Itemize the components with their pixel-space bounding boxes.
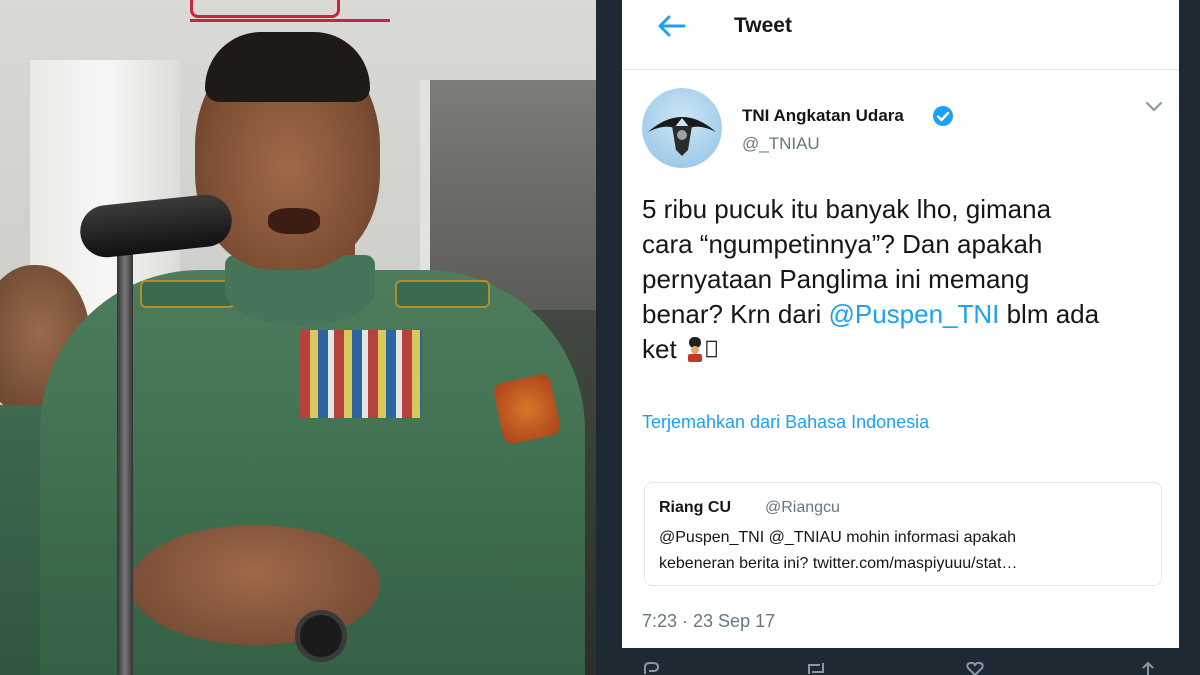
page-title: Tweet <box>734 14 792 37</box>
mention-link[interactable]: @Puspen_TNI <box>828 299 999 329</box>
author-handle[interactable]: @_TNIAU <box>742 134 820 154</box>
epaulet-right <box>395 280 490 308</box>
retweet-icon[interactable] <box>806 662 826 675</box>
sign-fragment <box>190 0 390 22</box>
medal-ribbons <box>300 330 422 418</box>
missing-glyph-icon <box>706 340 717 358</box>
quoted-line: kebeneran berita ini? twitter.com/maspiy… <box>659 555 1018 572</box>
tweet-line: ket <box>642 332 1167 367</box>
tweet-text: 5 ribu pucuk itu banyak lho, gimana cara… <box>642 192 1167 367</box>
epaulet-left <box>140 280 235 308</box>
guard-emoji-icon <box>687 337 702 362</box>
tweet-line: benar? Krn dari @Puspen_TNI blm ada <box>642 297 1167 332</box>
microphone-stand <box>117 250 133 675</box>
translate-link[interactable]: Terjemahkan dari Bahasa Indonesia <box>642 412 929 433</box>
press-photo <box>0 0 596 675</box>
quoted-tweet[interactable]: Riang CU @Riangcu @Puspen_TNI @_TNIAU mo… <box>644 482 1162 586</box>
tweet-screenshot: Tweet TNI Angkatan Udara @_TNIAU 5 ribu … <box>600 0 1200 675</box>
tweet-line: 5 ribu pucuk itu banyak lho, gimana <box>642 194 1052 224</box>
wristwatch <box>295 610 347 662</box>
author-avatar[interactable] <box>642 88 722 168</box>
quoted-text: @Puspen_TNI @_TNIAU mohin informasi apak… <box>659 525 1149 577</box>
quoted-author-handle: @Riangcu <box>765 499 840 516</box>
tweet-line: cara “ngumpetinnya”? Dan apakah <box>642 229 1043 259</box>
share-icon[interactable] <box>1140 662 1156 675</box>
verified-badge-icon <box>933 106 953 126</box>
tweet-text-segment: blm ada <box>999 299 1100 329</box>
tweet-card: Tweet TNI Angkatan Udara @_TNIAU 5 ribu … <box>622 0 1179 648</box>
quoted-line: @Puspen_TNI @_TNIAU mohin informasi apak… <box>659 529 1017 546</box>
tweet-text-segment: benar? Krn dari <box>642 299 829 329</box>
action-bar <box>622 660 1179 675</box>
tweet-text-segment: ket <box>642 334 684 364</box>
reply-icon[interactable] <box>642 662 660 675</box>
tweet-line: pernyataan Panglima ini memang <box>642 264 1030 294</box>
air-force-emblem-icon <box>648 117 716 156</box>
shoulder-patch <box>492 372 562 446</box>
hair <box>205 32 370 102</box>
top-bar: Tweet <box>622 0 1179 70</box>
chevron-down-icon[interactable] <box>1144 100 1164 114</box>
tweet-timestamp: 7:23 · 23 Sep 17 <box>642 611 776 631</box>
author-name[interactable]: TNI Angkatan Udara <box>742 106 904 126</box>
mouth <box>268 208 320 234</box>
arrow-left-icon[interactable] <box>656 14 686 38</box>
quoted-author-name: Riang CU <box>659 499 731 516</box>
like-icon[interactable] <box>966 662 984 675</box>
